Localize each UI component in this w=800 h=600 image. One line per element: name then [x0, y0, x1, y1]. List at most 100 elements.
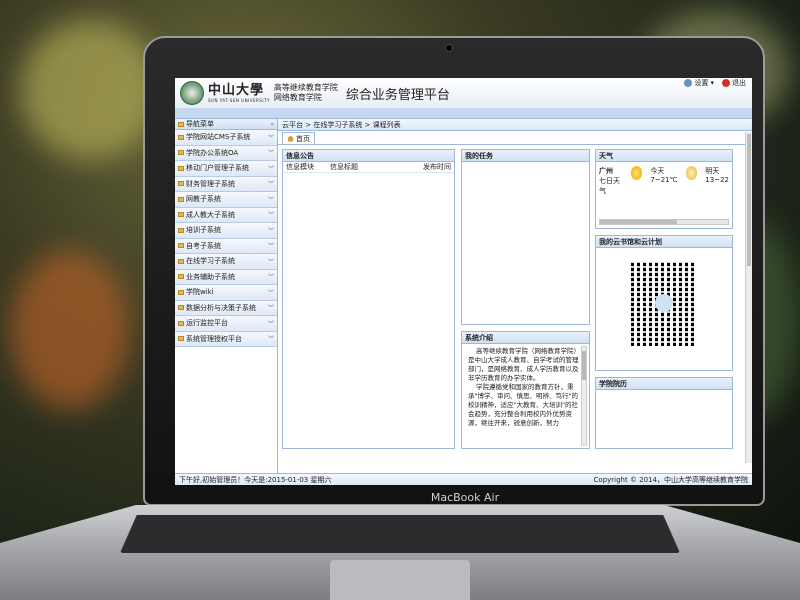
- sidebar-item-label: 移动门户管理子系统: [186, 164, 249, 173]
- sidebar-item[interactable]: 学院网站CMS子系统 ︾: [175, 130, 277, 146]
- weather-scrollbar[interactable]: [599, 219, 729, 225]
- menu-icon: [178, 121, 184, 127]
- sidebar-item-label: 运行监控平台: [186, 319, 228, 328]
- weather-content: 广州 七日天气 今天 7~21℃ 明天 13~22: [596, 162, 732, 200]
- sidebar-item-label: 业务辅助子系统: [186, 272, 235, 281]
- notice-table-header: 信息模块 信息标题 发布时间: [283, 162, 454, 173]
- folder-icon: [178, 165, 184, 171]
- chevron-down-icon: ︾: [267, 212, 274, 220]
- sidebar-collapse-button[interactable]: «: [270, 121, 274, 128]
- intro-panel-title: 系统介绍: [462, 332, 589, 344]
- school-name-en: SUN YAT-SEN UNIVERSITY: [208, 97, 270, 103]
- background-bokeh: [10, 250, 130, 410]
- weather-today-temp: 7~21℃: [650, 176, 678, 184]
- status-copyright: Copyright © 2014，中山大学高等继续教育学院: [593, 475, 748, 484]
- sidebar-item[interactable]: 在线学习子系统 ︾: [175, 254, 277, 270]
- sidebar-item[interactable]: 移动门户管理子系统 ︾: [175, 161, 277, 177]
- sidebar-item-label: 成人教大子系统: [186, 210, 235, 219]
- chevron-down-icon: ︾: [267, 134, 274, 142]
- folder-icon: [178, 227, 184, 233]
- laptop-keyboard: [120, 515, 680, 553]
- chevron-down-icon: ︾: [267, 227, 274, 235]
- weather-today-label: 今天: [650, 167, 665, 175]
- sun-icon: [630, 166, 643, 180]
- weather-tomorrow-temp: 13~22: [705, 176, 729, 184]
- chevron-down-icon: ︾: [267, 243, 274, 251]
- intro-text: 高等继续教育学院（网络教育学院）是中山大学成人教育、自学考试的管理部门，是网络教…: [462, 344, 589, 428]
- app-screen: 中山大學 SUN YAT-SEN UNIVERSITY 高等继续教育学院 网络教…: [175, 78, 752, 485]
- status-bar: 下午好,初始管理员！今天是:2015-01-03 星期六 Copyright ©…: [175, 473, 752, 485]
- intro-panel: 系统介绍 高等继续教育学院（网络教育学院）是中山大学成人教育、自学考试的管理部门…: [461, 331, 590, 449]
- sidebar-item[interactable]: 成人教大子系统 ︾: [175, 207, 277, 223]
- folder-icon: [178, 289, 184, 295]
- sidebar-item[interactable]: 学院wiki ︾: [175, 285, 277, 301]
- weather-forecast-link[interactable]: 七日天气: [599, 176, 623, 196]
- logout-label: 退出: [732, 79, 746, 87]
- power-icon: [722, 79, 730, 87]
- tab-home-label: 首页: [296, 134, 310, 143]
- weather-today: 今天 7~21℃: [650, 166, 677, 184]
- school-name: 中山大學 SUN YAT-SEN UNIVERSITY: [208, 83, 270, 103]
- status-greeting: 下午好,初始管理员！今天是:2015-01-03 星期六: [179, 475, 332, 484]
- folder-icon: [178, 243, 184, 249]
- weather-city-name: 广州: [599, 167, 613, 175]
- weather-tomorrow: 明天 13~22: [705, 166, 729, 184]
- sidebar-item[interactable]: 培训子系统 ︾: [175, 223, 277, 239]
- sidebar-item[interactable]: 业务辅助子系统 ︾: [175, 269, 277, 285]
- folder-icon: [178, 258, 184, 264]
- sidebar-item[interactable]: 数据分析与决策子系统 ︾: [175, 300, 277, 316]
- qr-code-icon: [631, 262, 697, 346]
- app-body: 导航菜单 « 学院网站CMS子系统 ︾ 学院办公系统OA ︾ 移动门户管理子系统 ︾ 财务管…: [175, 119, 752, 475]
- tasks-panel-title: 我的任务: [462, 150, 589, 162]
- notice-col-time: 发布时间: [423, 163, 451, 171]
- cloud-icon: [655, 294, 673, 312]
- sidebar-item-label: 学院wiki: [186, 288, 214, 297]
- weather-tomorrow-label: 明天: [705, 167, 720, 175]
- college-name: 高等继续教育学院 网络教育学院: [274, 83, 338, 103]
- intro-paragraph-2: 学院遵循党和国家的教育方针，秉承"博学、审问、慎思、明辨、笃行"的校训精神，适应…: [468, 383, 578, 427]
- folder-icon: [178, 274, 184, 280]
- sidebar-item[interactable]: 自考子系统 ︾: [175, 238, 277, 254]
- home-icon: [287, 135, 294, 142]
- chevron-down-icon: ︾: [267, 289, 274, 297]
- sidebar-item[interactable]: 网教子系统 ︾: [175, 192, 277, 208]
- partly-cloudy-icon: [685, 166, 698, 180]
- breadcrumb: 云平台 > 在线学习子系统 > 课程列表: [278, 119, 752, 131]
- chevron-down-icon: ︾: [267, 258, 274, 266]
- folder-icon: [178, 336, 184, 342]
- notice-panel-title: 信息公告: [283, 150, 454, 162]
- sidebar-item-label: 培训子系统: [186, 226, 221, 235]
- tab-home[interactable]: 首页: [282, 132, 315, 144]
- calendar-panel-title: 学院院历: [596, 378, 732, 390]
- sidebar-item-label: 在线学习子系统: [186, 257, 235, 266]
- sidebar-item-label: 财务管理子系统: [186, 179, 235, 188]
- settings-label: 设置: [694, 79, 709, 87]
- sidebar-item-label: 网教子系统: [186, 195, 221, 204]
- laptop-trackpad: [330, 560, 470, 600]
- folder-icon: [178, 305, 184, 311]
- intro-paragraph-1: 高等继续教育学院（网络教育学院）是中山大学成人教育、自学考试的管理部门，是网络教…: [468, 347, 580, 382]
- sidebar-item[interactable]: 财务管理子系统 ︾: [175, 176, 277, 192]
- sidebar-item-label: 学院办公系统OA: [186, 148, 239, 157]
- main-area: 云平台 > 在线学习子系统 > 课程列表 首页 信息公告 信息模块 信息标题 发…: [278, 119, 752, 475]
- chevron-down-icon: ︾: [267, 320, 274, 328]
- folder-icon: [178, 320, 184, 326]
- intro-scrollbar[interactable]: [581, 346, 587, 446]
- chevron-down-icon: ︾: [267, 165, 274, 173]
- chevron-down-icon: ︾: [267, 150, 274, 158]
- college-name-line2: 网络教育学院: [273, 93, 322, 102]
- main-scrollbar[interactable]: [745, 132, 752, 463]
- tasks-panel: 我的任务: [461, 149, 590, 325]
- sidebar-item[interactable]: 运行监控平台 ︾: [175, 316, 277, 332]
- folder-icon: [178, 134, 184, 140]
- sidebar-item[interactable]: 学院办公系统OA ︾: [175, 145, 277, 161]
- cloud-panel: 我的云书馆和云计划: [595, 235, 733, 371]
- settings-button[interactable]: 设置 ▾: [684, 78, 714, 88]
- header-strip: [175, 108, 752, 119]
- folder-icon: [178, 181, 184, 187]
- background-bokeh: [20, 20, 160, 160]
- sidebar-item[interactable]: 系统管理授权平台 ︾: [175, 331, 277, 347]
- folder-icon: [178, 212, 184, 218]
- chevron-down-icon: ︾: [267, 196, 274, 204]
- logout-button[interactable]: 退出: [722, 78, 746, 88]
